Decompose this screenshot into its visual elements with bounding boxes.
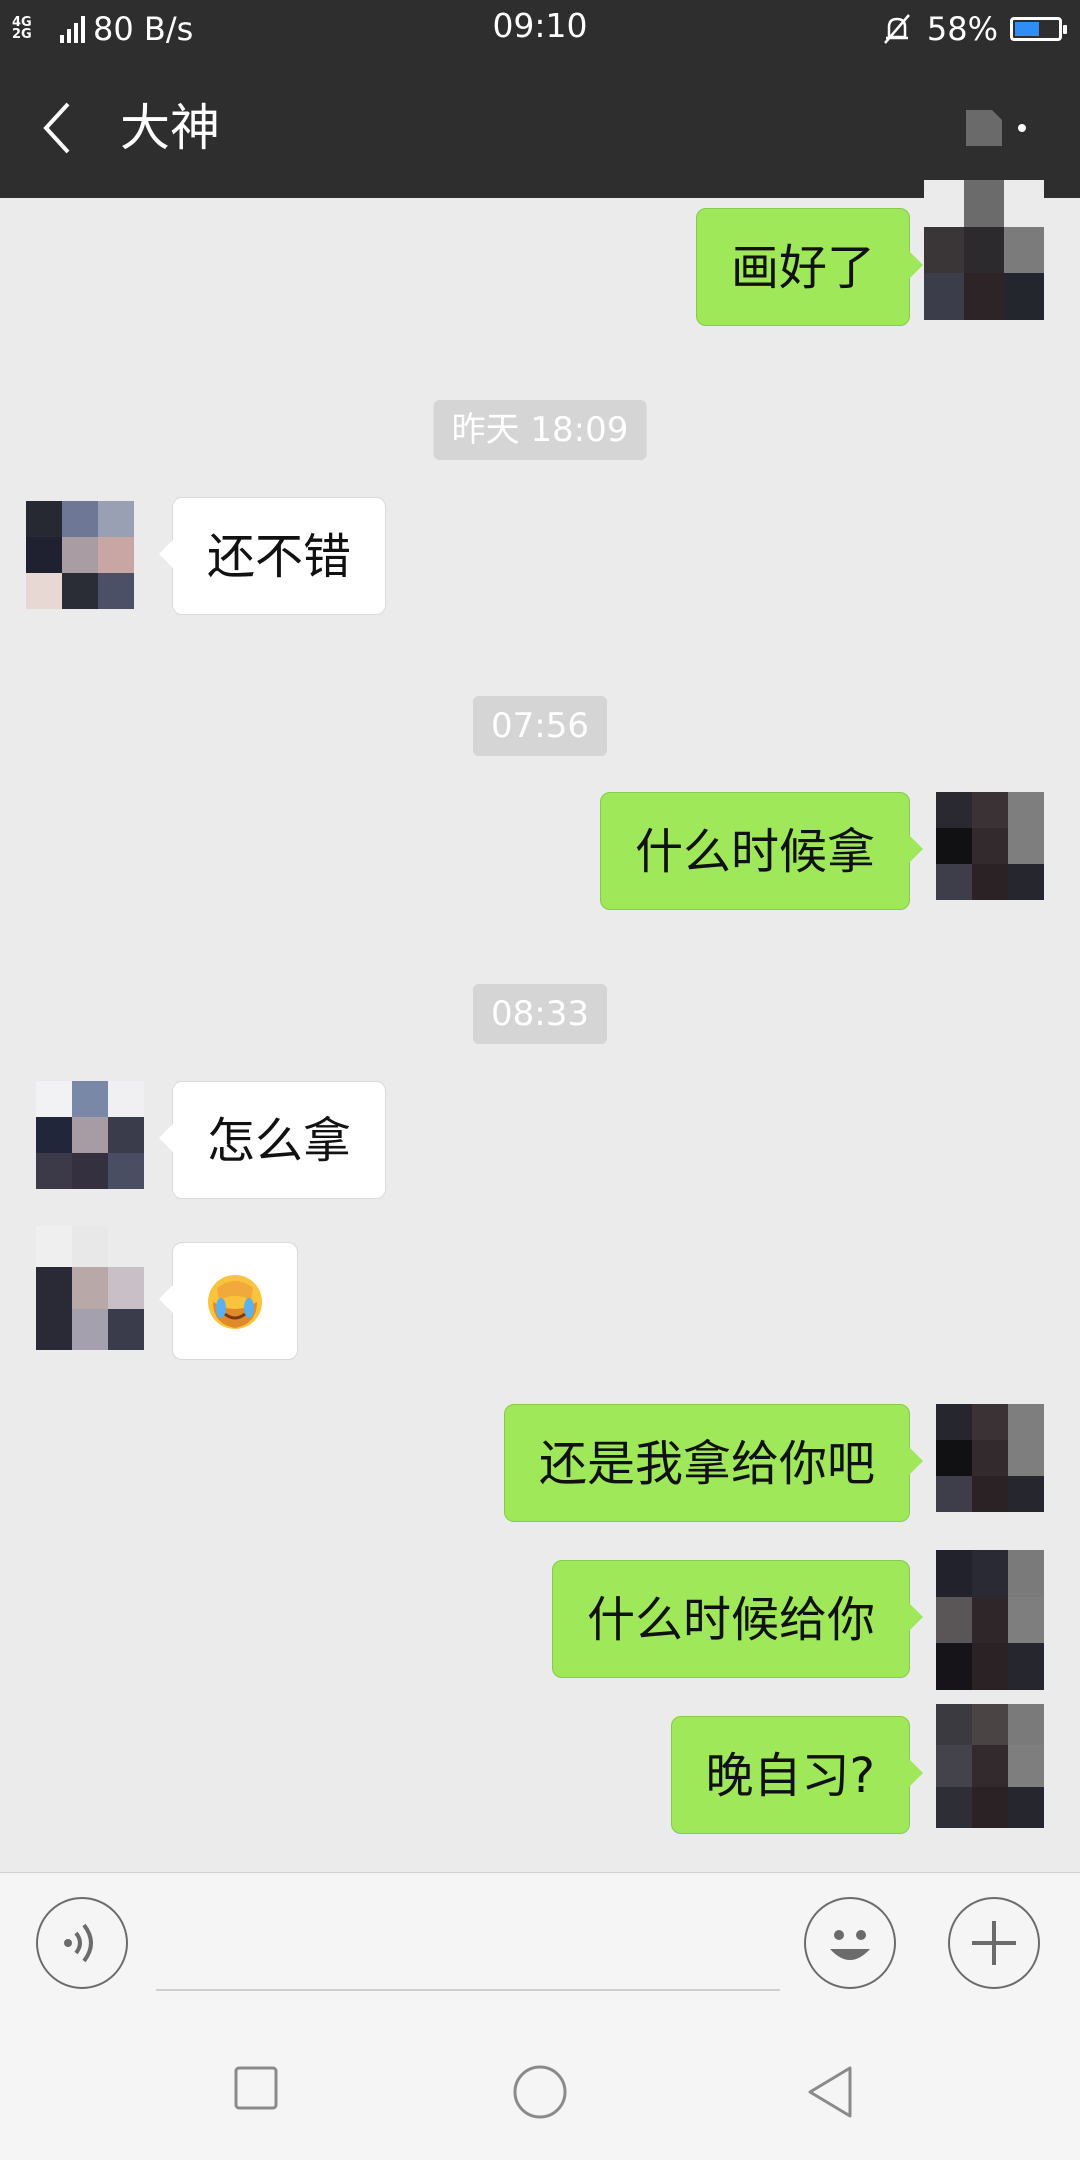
message-bubble-out[interactable]: 晚自习? — [670, 1716, 924, 1834]
message-bubble-in-emoji[interactable] — [159, 1242, 298, 1360]
input-bar — [0, 1872, 1080, 2017]
message-bubble-out[interactable]: 什么时候拿 — [599, 792, 924, 910]
profile-icon[interactable] — [962, 106, 1032, 154]
mute-icon — [883, 14, 910, 44]
avatar[interactable] — [936, 1404, 1044, 1512]
battery-icon — [1010, 17, 1067, 41]
status-bar: 4G 2G 80 B/s 09:10 58% — [0, 0, 1080, 58]
message-row-in — [0, 1226, 1080, 1360]
status-right: 58% — [879, 8, 1067, 50]
voice-button[interactable] — [36, 1897, 128, 1989]
timestamp: 昨天 18:09 — [433, 400, 647, 460]
chevron-left-icon[interactable] — [38, 96, 78, 160]
system-nav-bar — [0, 2016, 1080, 2160]
timestamp: 07:56 — [473, 696, 607, 756]
facepalm-crying-emoji — [208, 1275, 262, 1329]
message-row-in: 怎么拿 — [0, 1081, 1080, 1199]
message-row-out: 什么时候给你 — [0, 1550, 1080, 1690]
add-button[interactable] — [948, 1897, 1040, 1989]
message-bubble-out[interactable]: 还是我拿给你吧 — [503, 1404, 924, 1522]
avatar[interactable] — [936, 792, 1044, 900]
avatar[interactable] — [36, 1081, 144, 1189]
avatar[interactable] — [36, 1226, 144, 1350]
emoji-button[interactable] — [804, 1897, 896, 1989]
back-icon[interactable] — [806, 2064, 854, 2120]
message-row-out: 画好了 — [0, 180, 1080, 326]
message-row-out: 还是我拿给你吧 — [0, 1404, 1080, 1522]
avatar[interactable] — [924, 180, 1044, 320]
chat-title: 大神 — [120, 99, 220, 157]
message-row-in: 还不错 — [0, 497, 1080, 615]
timestamp: 08:33 — [473, 984, 607, 1044]
message-input[interactable] — [156, 1989, 780, 1991]
message-bubble-in[interactable]: 还不错 — [158, 497, 387, 615]
avatar[interactable] — [26, 501, 134, 609]
battery-percent: 58% — [926, 10, 998, 48]
avatar[interactable] — [936, 1550, 1044, 1690]
message-bubble-out[interactable]: 什么时候给你 — [551, 1560, 924, 1678]
voice-icon — [64, 1923, 93, 1963]
chat-header: 大神 — [0, 58, 1080, 198]
smiley-icon — [830, 1930, 870, 1960]
avatar[interactable] — [936, 1704, 1044, 1828]
recent-apps-icon[interactable] — [232, 2064, 280, 2112]
message-row-out: 晚自习? — [0, 1704, 1080, 1834]
plus-icon — [972, 1921, 1016, 1965]
message-row-out: 什么时候拿 — [0, 792, 1080, 910]
message-bubble-in[interactable]: 怎么拿 — [158, 1081, 387, 1199]
message-bubble-out[interactable]: 画好了 — [695, 208, 924, 326]
battery-level-fill — [1015, 22, 1039, 36]
home-icon[interactable] — [512, 2064, 568, 2120]
